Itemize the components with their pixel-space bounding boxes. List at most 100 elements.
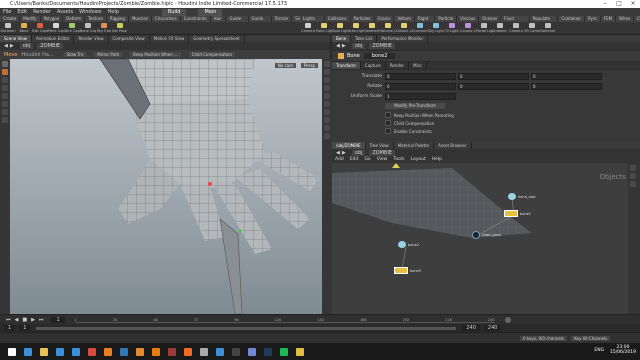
param-path-context[interactable]: obj <box>351 43 366 49</box>
end-frame-field-2[interactable]: 240 <box>483 325 502 331</box>
shelf-tab[interactable]: Vellum <box>394 16 415 22</box>
param-sub-tab[interactable]: Render <box>386 62 410 69</box>
shelf-tool[interactable]: Volume Light <box>380 22 396 34</box>
houdini-icon[interactable] <box>184 347 192 356</box>
shelf-tab[interactable]: Oceans <box>479 16 502 22</box>
net-forward-icon[interactable]: ▶ <box>342 150 346 156</box>
param-value-field[interactable]: 1 <box>385 93 456 100</box>
end-frame-field[interactable]: 240 <box>462 325 480 331</box>
clock-date[interactable]: 15/06/2019 <box>610 350 636 355</box>
explorer-icon[interactable] <box>40 347 48 356</box>
shelf-tool[interactable]: Sky Light <box>428 22 444 34</box>
chrome-icon[interactable] <box>88 347 96 356</box>
shelf-tab[interactable]: Collisions <box>324 16 351 22</box>
view-tool-icon[interactable] <box>2 109 8 115</box>
net-path-node[interactable]: ZOMBIE <box>369 149 396 156</box>
net-tool-3-icon[interactable] <box>630 181 636 187</box>
network-node[interactable]: bone1 <box>504 210 531 217</box>
shelf-tool[interactable]: Paint Capture <box>48 22 64 34</box>
viewport-tab[interactable]: Animation Editor <box>32 35 75 42</box>
shelf-tab[interactable]: Hair Utils <box>210 16 227 22</box>
frame-icon[interactable] <box>324 133 330 139</box>
shelf-tab[interactable]: Container Tools <box>558 16 585 22</box>
shelf-tool[interactable]: Point Light <box>316 22 332 34</box>
modify-pre-transform-button[interactable]: Modify Pre-Transform <box>385 103 445 109</box>
windows-icon[interactable] <box>8 347 16 356</box>
viewport-tab[interactable]: Geometry Spreadsheet <box>189 35 245 42</box>
key-all-button[interactable]: Key All Channels <box>571 336 611 341</box>
menu-item-windows[interactable]: Windows <box>76 8 104 16</box>
viewport-tab[interactable]: Composite View <box>109 35 150 42</box>
menu-item-edit[interactable]: Edit <box>14 8 30 16</box>
network-tab[interactable]: Asset Browser <box>434 142 472 149</box>
first-frame-icon[interactable]: ⏮ <box>6 317 11 323</box>
current-frame-field[interactable]: 1 <box>51 317 65 323</box>
forward-icon[interactable]: ▶ <box>10 43 14 49</box>
photoshop-icon[interactable] <box>120 347 128 356</box>
param-tab[interactable]: Performance Monitor <box>377 35 429 42</box>
shelf-tool[interactable]: GI Light <box>444 22 460 34</box>
shelf-tab[interactable]: Populate Containers <box>529 16 559 22</box>
shelf-tab[interactable]: Simple FX <box>292 16 300 22</box>
zbrush-icon[interactable] <box>200 347 208 356</box>
shelf-tool[interactable]: Ambient Light <box>492 22 508 34</box>
shelf-tool[interactable]: Caustic Light <box>460 22 476 34</box>
rotate-tool-icon[interactable] <box>2 77 8 83</box>
snap-icon[interactable] <box>2 117 8 123</box>
network-menu-item[interactable]: Layout <box>407 156 428 163</box>
viewport-tool-button[interactable]: Mirror Path <box>94 52 123 57</box>
steam-icon[interactable] <box>264 347 272 356</box>
shelf-tab[interactable]: Lights and Cameras <box>300 16 325 22</box>
move-tool-icon[interactable] <box>2 69 8 75</box>
maximize-button[interactable]: □ <box>612 0 626 8</box>
illustrator-icon[interactable] <box>136 347 144 356</box>
viewport-tab[interactable]: Scene View <box>0 35 32 42</box>
net-path-context[interactable]: obj <box>351 149 366 156</box>
param-value-field[interactable]: 0 <box>458 73 529 80</box>
net-tool-2-icon[interactable] <box>630 173 636 179</box>
param-back-icon[interactable]: ◀ <box>336 43 340 49</box>
network-node[interactable]: hand_root <box>508 193 536 200</box>
viewport-tab[interactable]: Render View <box>74 35 109 42</box>
shelf-tab[interactable]: Grains <box>374 16 395 22</box>
viewport-tool-button[interactable]: Slow Trn <box>63 52 87 57</box>
shelf-tab[interactable]: Wires <box>616 16 635 22</box>
network-node[interactable]: bone3 <box>394 267 421 274</box>
realtime-icon[interactable] <box>504 317 511 323</box>
shelf-tab[interactable]: Constraints <box>180 16 211 22</box>
menu-item-assets[interactable]: Assets <box>54 8 76 16</box>
scale-tool-icon[interactable] <box>2 85 8 91</box>
last-frame-icon[interactable]: ⏭ <box>39 317 44 323</box>
obs-icon[interactable] <box>232 347 240 356</box>
spotify-icon[interactable] <box>280 347 288 356</box>
substance-icon[interactable] <box>168 347 176 356</box>
shelf-tool[interactable]: Edit Capture Regions <box>32 22 48 34</box>
mail-icon[interactable] <box>72 347 80 356</box>
shelf-tab[interactable]: Deform <box>63 16 86 22</box>
shelf-tab[interactable]: Guide Process <box>226 16 249 22</box>
checkbox[interactable] <box>385 128 391 134</box>
normals-icon[interactable] <box>324 109 330 115</box>
wireframe-icon[interactable] <box>324 69 330 75</box>
network-tab[interactable]: Material Palette <box>394 142 435 149</box>
shelf-tool[interactable]: Skeleton <box>0 22 16 34</box>
shelf-tab[interactable]: FEM <box>600 16 617 22</box>
shelf-tab[interactable]: Particles <box>350 16 375 22</box>
param-sub-tab[interactable]: Transform <box>332 62 361 69</box>
shelf-tool[interactable]: Portal Light <box>476 22 492 34</box>
network-menu-item[interactable]: Add <box>332 156 347 163</box>
play-icon[interactable]: ▶ <box>31 317 35 323</box>
camera-icon[interactable] <box>324 117 330 123</box>
checkbox[interactable] <box>385 112 391 118</box>
menu-item-file[interactable]: File <box>0 8 14 16</box>
shelf-tab[interactable]: Polygon <box>40 16 64 22</box>
shelf-tab[interactable]: Crowds <box>634 16 640 22</box>
shelf-tool[interactable]: VR Camera <box>524 22 540 34</box>
start-frame-field-2[interactable]: 1 <box>19 325 31 331</box>
shelf-tool[interactable]: Camera <box>508 22 524 34</box>
shelf-tool[interactable]: Bone Capture Biharmonic <box>80 22 96 34</box>
param-tab[interactable]: Bone <box>332 35 352 42</box>
shelf-tab[interactable]: Texture <box>85 16 107 22</box>
ghost-icon[interactable] <box>324 125 330 131</box>
shelf-tool[interactable]: Bone <box>16 22 32 34</box>
